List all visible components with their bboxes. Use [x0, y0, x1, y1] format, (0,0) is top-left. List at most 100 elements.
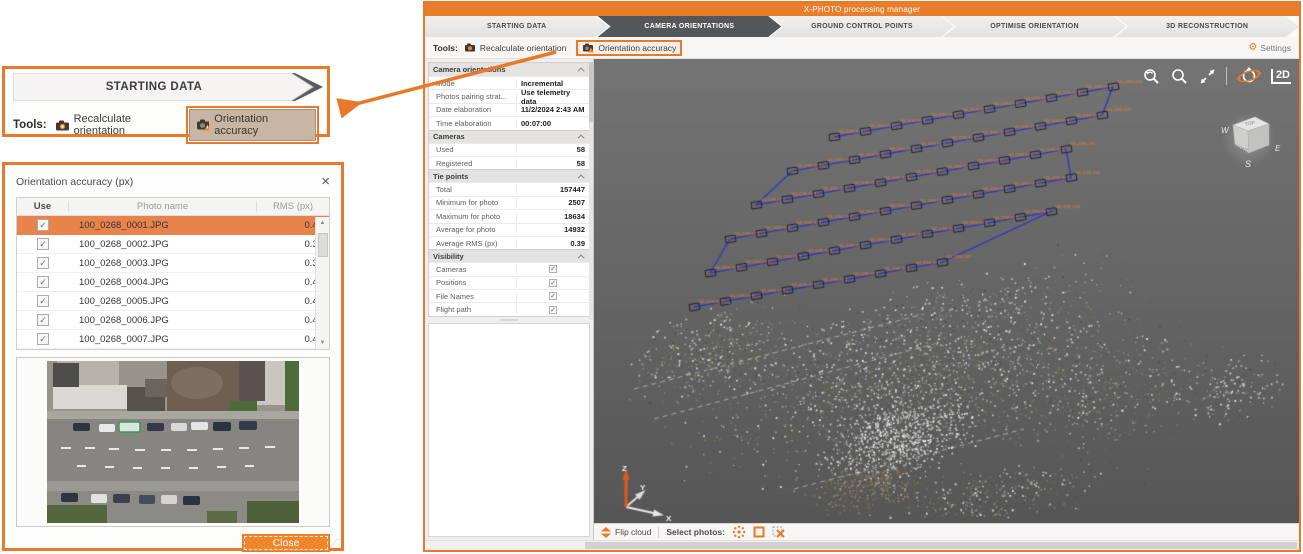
property-value: 18634: [517, 212, 589, 221]
deselect-icon[interactable]: [772, 526, 786, 539]
photo-name: 100_0268_0002.JPG: [69, 239, 257, 250]
collapse-chevron-icon[interactable]: [578, 134, 585, 141]
use-checkbox[interactable]: ✓: [37, 238, 49, 250]
camera-warning-icon: [196, 119, 210, 131]
column-rms[interactable]: RMS (px): [257, 201, 329, 212]
flip-cloud-button[interactable]: Flip cloud: [601, 527, 651, 538]
table-row[interactable]: ✓100_0268_0007.JPG0.44: [17, 330, 329, 349]
table-scrollbar[interactable]: ▲ ▼: [315, 217, 329, 349]
property-row: Total157447: [429, 182, 589, 195]
fit-view-icon[interactable]: [1198, 67, 1217, 86]
property-label: Average RMS (px): [429, 239, 517, 248]
property-value: 157447: [517, 185, 589, 194]
use-checkbox[interactable]: ✓: [37, 257, 49, 269]
select-circle-icon[interactable]: [732, 525, 746, 539]
horizontal-scrollbar[interactable]: [425, 540, 1299, 550]
use-checkbox[interactable]: ✓: [37, 276, 49, 288]
tab-3d-reconstruction[interactable]: 3D RECONSTRUCTION: [1115, 16, 1299, 37]
tab-ground-control-points[interactable]: GROUND CONTROL POINTS: [770, 16, 954, 37]
section-header-cameras[interactable]: Cameras: [429, 130, 589, 143]
scroll-thumb[interactable]: [318, 233, 328, 257]
property-value[interactable]: ✓: [517, 292, 589, 300]
visibility-checkbox[interactable]: ✓: [549, 306, 557, 314]
property-label: File Names: [429, 292, 517, 301]
use-checkbox[interactable]: ✓: [37, 219, 49, 231]
visibility-checkbox[interactable]: ✓: [549, 265, 557, 273]
orientation-accuracy-button[interactable]: Orientation accuracy: [582, 43, 676, 53]
property-row: Maximum for photo18634: [429, 209, 589, 222]
property-row: Minimum for photo2507: [429, 196, 589, 209]
view-2d-button[interactable]: 2D: [1271, 69, 1291, 84]
select-photos-label: Select photos:: [666, 527, 725, 537]
use-checkbox[interactable]: ✓: [37, 333, 49, 345]
section-header-tie-points[interactable]: Tie points: [429, 169, 589, 182]
viewport-column: 2D TOP FRONT W E: [594, 59, 1299, 540]
zoom-previous-icon[interactable]: [1142, 67, 1161, 86]
table-row[interactable]: ✓100_0268_0002.JPG0.36: [17, 235, 329, 254]
tab-bar: STARTING DATA CAMERA ORIENTATIONS GROUND C…: [425, 16, 1299, 37]
property-value[interactable]: ✓: [517, 306, 589, 314]
recalculate-orientation-button[interactable]: Recalculate orientation: [55, 113, 178, 137]
collapse-chevron-icon[interactable]: [578, 67, 585, 74]
tab-camera-orientations[interactable]: CAMERA ORIENTATIONS: [598, 16, 782, 37]
starting-data-title: STARTING DATA: [13, 73, 295, 101]
sidebar-empty-panel: [428, 323, 590, 537]
point-cloud-scene[interactable]: [594, 59, 1299, 523]
use-checkbox[interactable]: ✓: [37, 295, 49, 307]
settings-label: Settings: [1260, 43, 1291, 53]
property-value: 2507: [517, 198, 589, 207]
tab-starting-data[interactable]: STARTING DATA: [425, 16, 609, 37]
orbit-icon[interactable]: [1236, 65, 1262, 87]
property-row: Cameras✓: [429, 262, 589, 275]
scroll-down-icon[interactable]: ▼: [320, 337, 326, 349]
property-row: Positions✓: [429, 276, 589, 289]
property-value: 58: [517, 145, 589, 154]
column-use[interactable]: Use: [17, 201, 69, 212]
property-label: Maximum for photo: [429, 212, 517, 221]
close-button[interactable]: Close: [242, 534, 330, 552]
hscroll-thumb[interactable]: [585, 542, 1297, 549]
section-header-visibility[interactable]: Visibility: [429, 249, 589, 262]
sidebar-scrollbar[interactable]: [589, 62, 593, 320]
property-value[interactable]: ✓: [517, 279, 589, 287]
table-row[interactable]: ✓100_0268_0001.JPG0.40: [17, 216, 329, 235]
recalculate-orientation-label: Recalculate orientation: [74, 113, 178, 137]
photo-table-body: ✓100_0268_0001.JPG0.40✓100_0268_0002.JPG…: [17, 216, 329, 349]
navigation-cube[interactable]: TOP FRONT W E S: [1211, 99, 1285, 173]
use-checkbox[interactable]: ✓: [37, 314, 49, 326]
property-label: Average for photo: [429, 225, 517, 234]
window-titlebar[interactable]: X-PHOTO processing manager: [425, 3, 1299, 16]
close-icon[interactable]: ×: [321, 176, 330, 188]
viewport-3d[interactable]: 2D TOP FRONT W E: [594, 59, 1299, 523]
select-rectangle-icon[interactable]: [753, 526, 765, 538]
property-value: Use telemetry data: [517, 88, 589, 106]
zoom-icon[interactable]: [1170, 67, 1189, 86]
section-header-camera-orientations[interactable]: Camera orientations: [429, 63, 589, 76]
settings-button[interactable]: ⚙ Settings: [1248, 42, 1291, 53]
property-grid: Camera orientationsModeIncrementalPhotos…: [428, 62, 590, 317]
recalculate-orientation-button[interactable]: Recalculate orientation: [464, 43, 566, 53]
property-label: Total: [429, 185, 517, 194]
gear-icon: ⚙: [1248, 42, 1257, 53]
table-row[interactable]: ✓100_0268_0006.JPG0.43: [17, 311, 329, 330]
collapse-chevron-icon[interactable]: [578, 174, 585, 181]
viewport-nav-toolbar: 2D: [1142, 65, 1291, 87]
property-value: 0.39: [517, 239, 589, 248]
property-label: Registered: [429, 159, 517, 168]
property-value[interactable]: ✓: [517, 265, 589, 273]
resize-grip[interactable]: ⋰: [332, 539, 340, 547]
orientation-accuracy-button[interactable]: Orientation accuracy: [189, 109, 317, 141]
property-row: Registered58: [429, 156, 589, 169]
visibility-checkbox[interactable]: ✓: [549, 292, 557, 300]
visibility-checkbox[interactable]: ✓: [549, 279, 557, 287]
collapse-chevron-icon[interactable]: [578, 254, 585, 261]
table-row[interactable]: ✓100_0268_0004.JPG0.42: [17, 273, 329, 292]
tab-optimise-orientation[interactable]: OPTIMISE ORIENTATION: [943, 16, 1127, 37]
accuracy-button-annotation-box: Orientation accuracy: [576, 40, 682, 56]
column-photo-name[interactable]: Photo name: [69, 201, 257, 212]
table-row[interactable]: ✓100_0268_0005.JPG0.43: [17, 292, 329, 311]
table-row[interactable]: ✓100_0268_0003.JPG0.39: [17, 254, 329, 273]
scroll-up-icon[interactable]: ▲: [320, 217, 326, 229]
tab-label: CAMERA ORIENTATIONS: [644, 23, 734, 30]
sidebar-scroll-thumb[interactable]: [589, 62, 593, 122]
